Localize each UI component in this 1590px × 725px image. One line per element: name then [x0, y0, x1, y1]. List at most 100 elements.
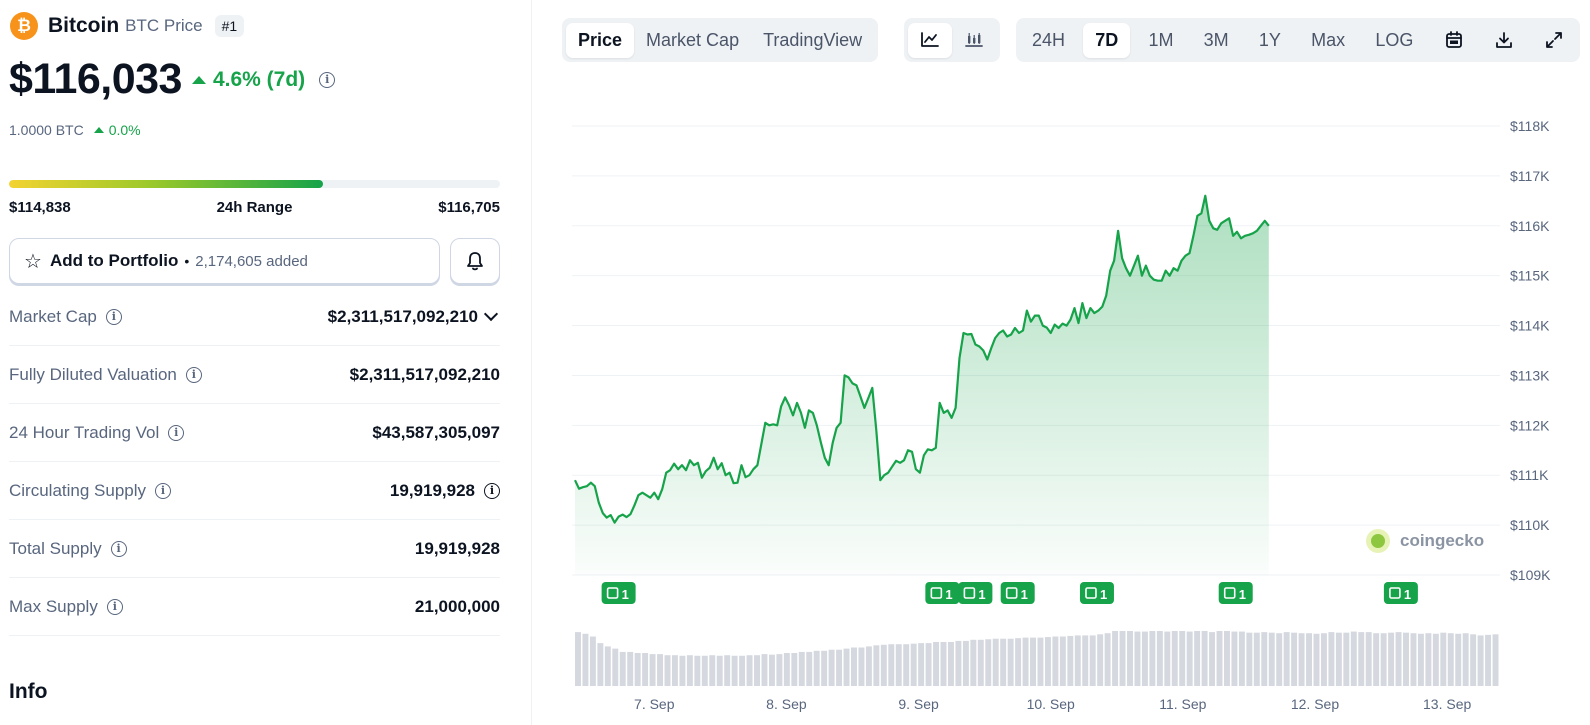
volume-bar: [1000, 638, 1007, 686]
y-tick-label: $110K: [1510, 517, 1550, 533]
info-icon[interactable]: i: [105, 308, 122, 325]
volume-bar: [1373, 633, 1380, 686]
volume-bar: [985, 639, 992, 686]
news-marker[interactable]: 1: [1218, 582, 1253, 604]
range-max[interactable]: Max: [1299, 23, 1357, 58]
volume-bar: [977, 639, 984, 686]
news-marker-count: 1: [945, 587, 952, 602]
calendar-button[interactable]: [1432, 23, 1476, 58]
candlestick-button[interactable]: [952, 23, 996, 58]
portfolio-count: 2,174,605 added: [195, 252, 308, 270]
x-tick-label: 9. Sep: [898, 696, 939, 712]
calendar-icon: [1445, 31, 1462, 48]
volume-bar: [1246, 632, 1253, 686]
volume-bar: [1164, 631, 1171, 686]
btc-change: 0.0%: [93, 122, 141, 138]
stat-row[interactable]: Market Cap i $2,311,517,092,210: [9, 288, 500, 346]
line-chart-button[interactable]: [908, 22, 952, 58]
volume-bar: [1492, 634, 1499, 686]
volume-bar: [1238, 631, 1245, 686]
stat-label-text: 24 Hour Trading Vol: [9, 422, 160, 442]
btc-value: 1.0000 BTC: [9, 122, 84, 138]
info-icon[interactable]: i: [185, 366, 202, 383]
volume-bar: [1410, 633, 1417, 686]
x-tick-label: 12. Sep: [1291, 696, 1339, 712]
volume-bar: [1432, 633, 1439, 686]
volume-bar: [933, 642, 940, 686]
info-icon[interactable]: i: [484, 482, 500, 499]
price-chart[interactable]: $118K $117K $116K $115K $114K $113K $112K $111K…: [560, 100, 1590, 725]
stat-label-text: Total Supply: [9, 538, 102, 558]
volume-bar: [1365, 632, 1372, 686]
volume-bar: [1044, 637, 1051, 686]
range-3m[interactable]: 3M: [1192, 23, 1241, 58]
volume-bar: [761, 654, 768, 686]
chevron-down-icon[interactable]: [483, 306, 499, 322]
tab-market-cap[interactable]: Market Cap: [634, 23, 751, 58]
volume-bar: [1112, 631, 1119, 686]
news-marker[interactable]: 1: [1383, 582, 1418, 604]
fullscreen-button[interactable]: [1532, 23, 1576, 58]
volume-bar: [1074, 635, 1081, 686]
news-marker[interactable]: 1: [958, 582, 993, 604]
range-log[interactable]: LOG: [1363, 23, 1425, 58]
coingecko-watermark: coingecko: [1366, 529, 1484, 553]
price-area: [575, 195, 1269, 576]
stat-row: 24 Hour Trading Vol i $43,587,305,097: [9, 404, 500, 462]
news-marker-badge: [1000, 582, 1035, 604]
x-tick-label: 7. Sep: [634, 696, 675, 712]
coin-name: Bitcoin: [48, 14, 120, 37]
volume-bar: [970, 639, 977, 686]
coin-summary-panel: ₿ Bitcoin BTC Price #1 $116,033 4.6% (7d…: [0, 0, 520, 725]
volume-bar: [1358, 632, 1365, 686]
tab-price[interactable]: Price: [566, 22, 635, 58]
volume-bar: [1388, 632, 1395, 686]
volume-bar: [1328, 632, 1335, 686]
news-marker-count: 1: [1239, 587, 1246, 602]
volume-bar: [1276, 633, 1283, 686]
fullscreen-icon: [1546, 32, 1562, 48]
chart-view-tabs: Price Market Cap TradingView: [562, 18, 879, 62]
info-icon[interactable]: i: [168, 424, 185, 441]
volume-bar: [582, 633, 589, 686]
info-icon[interactable]: i: [106, 598, 123, 615]
range-1y[interactable]: 1Y: [1247, 23, 1293, 58]
y-tick-label: $109K: [1510, 567, 1551, 583]
news-marker[interactable]: 1: [1079, 582, 1114, 604]
range-24h[interactable]: 24H: [1020, 23, 1077, 58]
star-icon: ☆: [24, 250, 42, 273]
volume-bar: [1261, 632, 1268, 686]
volume-bar: [1335, 632, 1342, 686]
volume-bar: [716, 655, 723, 686]
stat-label: Total Supply i: [9, 539, 127, 559]
stat-row: Circulating Supply i 19,919,928 i: [9, 462, 500, 520]
price-alert-button[interactable]: [450, 238, 500, 284]
volume-bar: [746, 655, 753, 686]
news-marker-badge: [925, 582, 960, 604]
news-marker[interactable]: 1: [925, 582, 960, 604]
volume-bar: [575, 632, 581, 686]
volume-bar: [1194, 631, 1201, 686]
stat-label: 24 Hour Trading Vol i: [9, 422, 185, 443]
line-chart-icon: [921, 32, 939, 47]
volume-bar: [1343, 632, 1350, 686]
range-7d[interactable]: 7D: [1083, 22, 1131, 58]
info-icon[interactable]: i: [110, 540, 127, 557]
volume-bar: [634, 653, 641, 686]
news-marker[interactable]: 1: [601, 582, 636, 604]
stat-label-text: Max Supply: [9, 596, 98, 616]
range-1m[interactable]: 1M: [1136, 23, 1185, 58]
volume-bar: [1306, 633, 1313, 686]
info-icon[interactable]: i: [319, 71, 336, 88]
add-to-portfolio-button[interactable]: ☆ Add to Portfolio • 2,174,605 added: [9, 238, 440, 284]
volume-bar: [768, 654, 775, 686]
stat-label: Circulating Supply i: [9, 481, 172, 501]
download-button[interactable]: [1482, 23, 1526, 58]
tab-tradingview[interactable]: TradingView: [751, 23, 874, 58]
news-marker-badge: [1218, 582, 1253, 604]
info-icon[interactable]: i: [155, 482, 172, 499]
news-marker[interactable]: 1: [1000, 582, 1035, 604]
volume-bar: [1380, 633, 1387, 686]
volume-bar: [1097, 634, 1104, 686]
volume-bar: [1186, 631, 1193, 686]
